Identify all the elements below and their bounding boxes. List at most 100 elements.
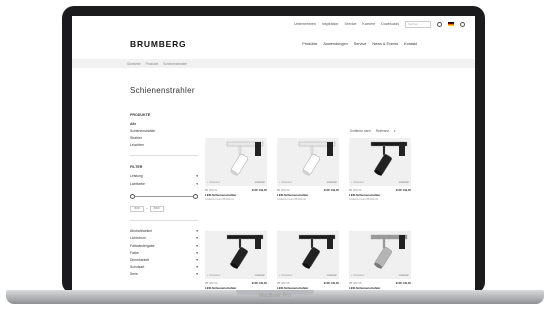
- product-title[interactable]: LED-Schienenstrahler: [277, 193, 339, 198]
- facet-item[interactable]: Serie ▾: [130, 272, 198, 276]
- spotlight-illustration: [370, 234, 408, 269]
- facet-item[interactable]: Schutzart ▾: [130, 265, 198, 269]
- facet-item[interactable]: Lichtstrom ▾: [130, 236, 198, 240]
- facet-label: Serie: [130, 272, 138, 277]
- filter-toggle[interactable]: Lichtfarbe ▾: [130, 182, 198, 186]
- product-card[interactable]: + Varianten Lieferbar 88 000 05 EUR 149,…: [277, 231, 339, 290]
- laptop-mockup: Unternehmen Inspiration Service Karriere…: [0, 0, 550, 320]
- facet-item[interactable]: Dimmbarkeit ▾: [130, 258, 198, 262]
- stock-status: Lieferbar: [398, 181, 409, 184]
- products-heading: PRODUKTE: [130, 113, 151, 117]
- product-image[interactable]: + Varianten Lieferbar: [205, 231, 267, 279]
- chevron-down-icon: ▾: [196, 236, 198, 241]
- product-subtitle: Artikelnummer 88 000 02: [277, 198, 306, 202]
- filter-sidebar: PRODUKTE Alle Schienenstrahler Strahler …: [130, 113, 198, 280]
- chevron-down-icon: ▾: [196, 243, 198, 248]
- category-link[interactable]: Strahler: [130, 136, 198, 140]
- chevron-down-icon: ▾: [394, 129, 396, 133]
- topbar-link[interactable]: Karriere: [362, 22, 375, 26]
- product-card[interactable]: + Varianten Lieferbar 88 000 02 EUR 139,…: [277, 138, 339, 201]
- variant-tag: + Varianten: [279, 274, 293, 277]
- product-card[interactable]: + Varianten Lieferbar 88 000 06 EUR 149,…: [349, 231, 411, 290]
- nav-item[interactable]: News & Events: [372, 42, 398, 46]
- filter-toggle[interactable]: Leistung ▾: [130, 174, 198, 178]
- variant-tag: + Varianten: [207, 181, 221, 184]
- search-input[interactable]: Suchen ...: [405, 20, 431, 28]
- article-number: 88 000 05: [277, 281, 290, 285]
- product-price: EUR 139,00: [251, 188, 267, 192]
- product-subtitle: Artikelnummer 88 000 01: [205, 198, 234, 202]
- site-header: BRUMBERG Produkte Anwendungen Service Ne…: [72, 33, 475, 55]
- range-separator: –: [146, 205, 148, 210]
- spotlight-illustration: [226, 141, 264, 176]
- product-title[interactable]: LED-Schienenstrahler: [349, 193, 411, 198]
- breadcrumb-item: Schienenstrahler: [163, 61, 188, 66]
- breadcrumb-item[interactable]: Produkte: [145, 62, 158, 66]
- product-card[interactable]: + Varianten Lieferbar 88 000 03 EUR 139,…: [349, 138, 411, 201]
- product-meta: 88 000 06 EUR 149,00: [349, 281, 411, 285]
- chevron-down-icon: ▾: [196, 257, 198, 262]
- spotlight-illustration: [298, 234, 336, 269]
- article-number: 88 000 04: [205, 281, 218, 285]
- utility-bar: Unternehmen Inspiration Service Karriere…: [72, 16, 475, 32]
- slider-handle-min[interactable]: [130, 193, 135, 199]
- facet-item[interactable]: Abstrahlwinkel ▾: [130, 229, 198, 233]
- nav-item[interactable]: Kontakt: [404, 42, 417, 46]
- category-link[interactable]: Leuchten: [130, 143, 198, 147]
- product-meta: 88 000 03 EUR 139,00: [349, 188, 411, 192]
- variant-tag: + Varianten: [279, 181, 293, 184]
- topbar-link[interactable]: Unternehmen: [294, 22, 316, 26]
- article-number: 88 000 06: [349, 281, 362, 285]
- user-icon[interactable]: [460, 21, 465, 27]
- browser-screen: Unternehmen Inspiration Service Karriere…: [72, 16, 475, 290]
- product-price: EUR 149,00: [251, 281, 267, 285]
- divider: [130, 219, 198, 221]
- facet-item[interactable]: Farbe ▾: [130, 251, 198, 255]
- breadcrumb-item[interactable]: Startseite: [127, 62, 140, 66]
- filter-label: Leistung: [130, 173, 143, 178]
- nav-item[interactable]: Anwendungen: [323, 42, 347, 46]
- sort-label: Sortieren nach: [350, 129, 371, 133]
- category-link[interactable]: Schienenstrahler: [130, 129, 198, 133]
- filter-heading: FILTER: [130, 164, 143, 169]
- sort-value[interactable]: Relevanz: [376, 129, 389, 133]
- range-min-input[interactable]: 3000: [130, 205, 144, 212]
- product-image[interactable]: + Varianten Lieferbar: [349, 138, 411, 186]
- product-card[interactable]: + Varianten Lieferbar 88 000 01 EUR 139,…: [205, 138, 267, 201]
- slider-handle-max[interactable]: [193, 193, 198, 199]
- stock-status: Lieferbar: [326, 274, 337, 277]
- topbar-link[interactable]: Inspiration: [322, 22, 339, 26]
- nav-item[interactable]: Service: [354, 42, 367, 46]
- article-number: 88 000 01: [205, 188, 218, 192]
- chevron-down-icon: ▾: [196, 181, 198, 186]
- language-flag-icon[interactable]: [448, 22, 454, 26]
- nav-item[interactable]: Produkte: [302, 42, 317, 46]
- product-card[interactable]: + Varianten Lieferbar 88 000 04 EUR 149,…: [205, 231, 267, 290]
- spotlight-illustration: [370, 141, 408, 176]
- product-title[interactable]: LED-Schienenstrahler: [205, 193, 267, 198]
- range-slider[interactable]: [130, 192, 198, 202]
- topbar-link[interactable]: Downloads: [381, 22, 399, 26]
- product-image[interactable]: + Varianten Lieferbar: [277, 138, 339, 186]
- category-link[interactable]: Alle: [130, 122, 198, 126]
- spotlight-illustration: [298, 141, 336, 176]
- product-price: EUR 139,00: [323, 188, 339, 192]
- divider: [130, 155, 198, 156]
- variant-tag: + Varianten: [351, 274, 365, 277]
- product-image[interactable]: + Varianten Lieferbar: [277, 231, 339, 279]
- range-max-input[interactable]: 6000: [149, 205, 164, 212]
- range-inputs: 3000 – 6000: [130, 205, 198, 212]
- brand-logo[interactable]: BRUMBERG: [130, 39, 186, 49]
- topbar-link[interactable]: Service: [344, 22, 356, 26]
- sort-control[interactable]: Sortieren nach Relevanz ▾: [350, 129, 396, 133]
- chevron-down-icon: ▾: [196, 173, 198, 178]
- main-navigation: Produkte Anwendungen Service News & Even…: [302, 42, 417, 46]
- product-image[interactable]: + Varianten Lieferbar: [349, 231, 411, 279]
- search-icon[interactable]: [437, 21, 442, 27]
- stock-status: Lieferbar: [254, 181, 265, 184]
- article-number: 88 000 02: [277, 188, 290, 192]
- product-image[interactable]: + Varianten Lieferbar: [205, 138, 267, 186]
- facet-item[interactable]: Farbwiedergabe ▾: [130, 244, 198, 248]
- facet-label: Dimmbarkeit: [130, 257, 150, 262]
- stock-status: Lieferbar: [398, 274, 409, 277]
